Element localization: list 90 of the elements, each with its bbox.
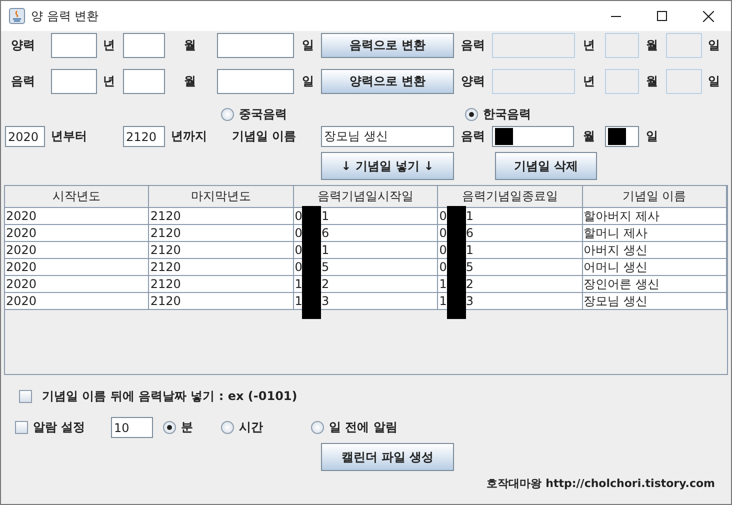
cell-text: 2	[466, 276, 474, 292]
field-label: 음력	[461, 37, 486, 54]
field-label: 음력	[461, 128, 486, 145]
cell-text: 1	[321, 208, 330, 224]
convert-button[interactable]: 음력으로 변환	[321, 33, 454, 58]
name-field[interactable]: 장모님 생신	[321, 126, 454, 147]
maximize-icon	[657, 11, 667, 21]
cell-text: 3	[466, 293, 474, 309]
month-field[interactable]	[217, 33, 294, 58]
checkbox-label[interactable]: 알람 설정	[33, 419, 111, 436]
cell-text: 0	[439, 259, 447, 275]
radio-button[interactable]	[221, 108, 234, 120]
field-label: 일	[708, 37, 720, 54]
app-icon	[9, 8, 25, 24]
cell-text: 6	[466, 225, 474, 241]
end-year-field[interactable]: 2120	[123, 126, 165, 147]
create-file-button[interactable]: 캘린더 파일 생성	[321, 443, 454, 471]
field-label: 양력	[11, 37, 36, 54]
field-label: 년	[583, 73, 596, 90]
field-label: 일	[708, 73, 720, 90]
year-field[interactable]	[51, 69, 97, 94]
cell-text: 0	[439, 242, 447, 258]
close-icon	[702, 10, 714, 22]
start-year-field[interactable]: 2020	[5, 126, 45, 147]
add-button[interactable]: ↓ 기념일 넣기 ↓	[321, 152, 454, 180]
radio-label[interactable]: 일 전에 알림	[329, 419, 398, 436]
field-label: 년	[583, 37, 596, 54]
field-label: 년부터	[51, 128, 88, 145]
table-cell: 2020	[5, 293, 150, 310]
field-label: 월	[646, 37, 659, 54]
cell-text: 5	[466, 259, 474, 275]
cell-text: 0	[294, 242, 302, 258]
cell-text: 1	[466, 242, 474, 258]
cell-text: 0	[294, 208, 302, 224]
radio-button[interactable]	[465, 108, 478, 120]
result-field	[605, 69, 639, 94]
radio-label[interactable]: 한국음력	[483, 106, 531, 122]
field-label: 년	[103, 37, 116, 54]
cell-text: 2	[321, 276, 330, 292]
field-label: 월	[646, 73, 659, 90]
radio-button[interactable]	[221, 421, 234, 434]
lunar-day-field[interactable]	[605, 126, 639, 147]
year-field[interactable]	[123, 69, 165, 94]
checkbox[interactable]	[15, 421, 28, 434]
field-label: 월	[184, 73, 197, 90]
result-field	[666, 69, 702, 94]
field-label: 년	[103, 73, 116, 90]
field-label: 월	[583, 128, 596, 145]
field-label: 일	[302, 73, 315, 90]
radio-label[interactable]: 중국음력	[239, 106, 287, 122]
radio-button[interactable]	[163, 421, 176, 434]
checkbox-label[interactable]: 기념일 이름 뒤에 음력날짜 넣기 : ex (-0101)	[42, 388, 298, 404]
cell-text: 0	[439, 208, 447, 224]
cell-text: 0	[439, 225, 447, 241]
table-cell: 2120	[149, 293, 294, 310]
window-title: 양 음력 변환	[31, 8, 99, 24]
alarm-amount-field[interactable]: 10	[111, 417, 153, 438]
delete-button[interactable]: 기념일 삭제	[495, 152, 597, 180]
field-label: 기념일 이름	[232, 128, 298, 145]
field-label: 일	[646, 128, 658, 145]
cell-text: 3	[321, 293, 330, 309]
cell-text: 5	[321, 259, 330, 275]
checkbox[interactable]	[19, 390, 32, 402]
cell-text: 1	[466, 208, 474, 224]
table-cell: 장모님 생신	[582, 293, 727, 310]
radio-label[interactable]: 분	[181, 419, 193, 436]
field-label: 월	[184, 37, 197, 54]
field-label: 음력	[11, 73, 36, 90]
author-name: 호작대마왕	[486, 476, 542, 491]
radio-button[interactable]	[311, 421, 324, 434]
cell-text: 1	[294, 293, 302, 309]
cell-text: 1	[439, 276, 447, 292]
field-label: 일	[302, 37, 315, 54]
cell-text: 6	[321, 225, 330, 241]
year-field[interactable]	[123, 33, 165, 58]
convert-button[interactable]: 양력으로 변환	[321, 69, 454, 94]
cell-text: 0	[294, 259, 302, 275]
cell-text: 0	[294, 225, 302, 241]
radio-label[interactable]: 시간	[239, 419, 263, 436]
field-label: 양력	[461, 73, 486, 90]
cell-text: 1	[321, 242, 330, 258]
blog-link[interactable]: http://cholchori.tistory.com	[546, 477, 715, 490]
month-field[interactable]	[217, 69, 294, 94]
cell-text: 1	[294, 276, 302, 292]
field-label: 년까지	[171, 128, 208, 145]
lunar-month-field[interactable]	[492, 126, 574, 147]
result-field	[605, 33, 639, 58]
year-field[interactable]	[51, 33, 97, 58]
cell-text: 1	[439, 293, 447, 309]
result-field	[666, 33, 702, 58]
